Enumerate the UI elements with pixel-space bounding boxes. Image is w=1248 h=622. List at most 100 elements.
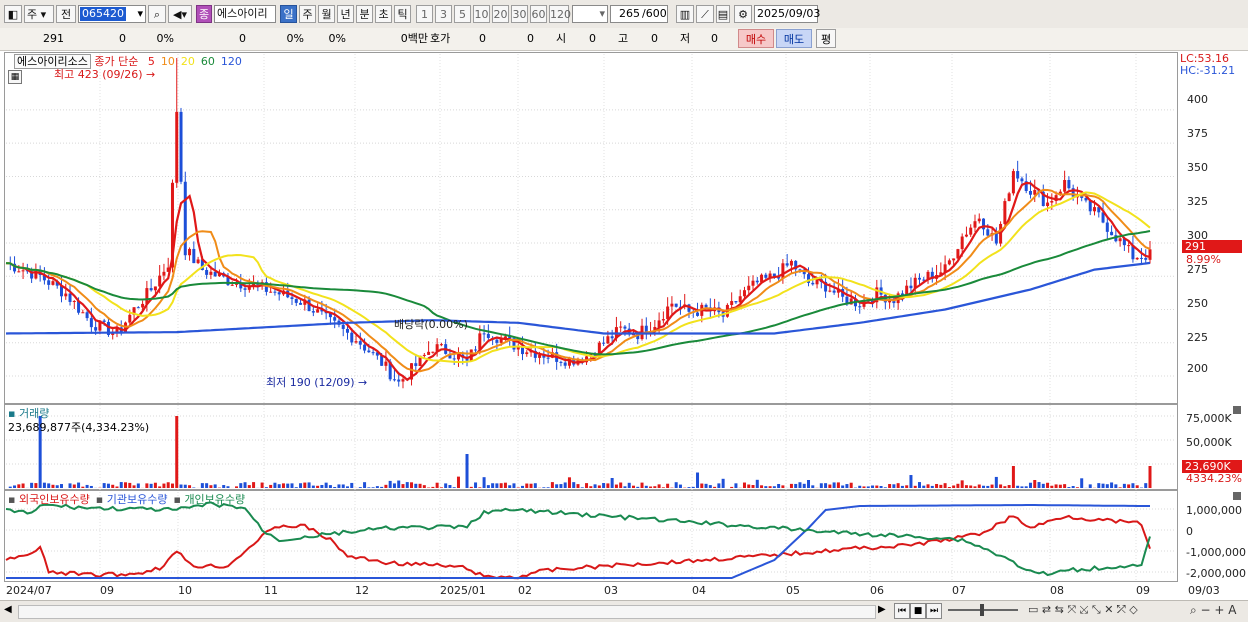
candle-body <box>359 341 362 345</box>
volume-bar <box>1119 487 1122 488</box>
horizontal-scrollbar[interactable] <box>18 605 876 619</box>
volume-bar <box>568 477 571 488</box>
volume-bar <box>90 486 93 488</box>
volume-bar <box>645 486 648 488</box>
volume-bar <box>436 483 439 488</box>
volume-bar <box>897 483 900 488</box>
volume-bar <box>764 486 767 488</box>
candle-body <box>1063 180 1066 192</box>
scroll-left-icon[interactable]: ◀ <box>4 604 16 618</box>
x-axis-label: 2024/07 <box>6 584 52 597</box>
volume-bar <box>423 485 426 488</box>
tool-icons[interactable]: ▭ ⇄ ⇆ ⤧ ⤩ ⤡ ✕ ⤱ ◇ <box>1028 603 1138 617</box>
low-marker-text: 최저 190 (12/09) <box>266 376 355 389</box>
holding-legend-item[interactable]: ▪ 외국인보유수량 <box>8 493 90 506</box>
rewind-icon[interactable]: ⏮ <box>894 603 910 619</box>
price-y-tick: 400 <box>1187 93 1208 106</box>
volume-bar <box>107 484 110 488</box>
volume-bar <box>282 483 285 488</box>
price-tag: 291 <box>1182 240 1242 253</box>
zoom-slider-thumb[interactable] <box>980 604 984 616</box>
volume-bar <box>303 483 306 488</box>
candle-body <box>273 292 276 293</box>
candle-body <box>623 327 626 329</box>
candle-body <box>538 355 541 358</box>
volume-bar <box>393 483 396 488</box>
volume-bar <box>43 483 46 488</box>
volume-bar <box>632 486 635 488</box>
candle-body <box>619 327 622 328</box>
grid-icon[interactable]: ▦ <box>8 70 22 84</box>
candle-body <box>312 311 315 312</box>
candle-body <box>961 237 964 250</box>
volume-bar <box>999 484 1002 488</box>
volume-bar <box>1003 486 1006 488</box>
volume-bar <box>22 483 25 488</box>
volume-bar <box>1012 466 1015 488</box>
volume-bar <box>17 484 20 488</box>
volume-bar <box>845 484 848 488</box>
volume-bar <box>1123 484 1126 488</box>
candle-body <box>69 294 72 302</box>
volume-bar <box>495 483 498 488</box>
volume-bar <box>995 477 998 488</box>
holding-y-tick: -2,000,000 <box>1186 567 1246 580</box>
volume-bar <box>508 485 511 488</box>
x-axis-label: 2025/01 <box>440 584 486 597</box>
volume-bar <box>602 483 605 488</box>
volume-bar <box>914 486 917 488</box>
volume-bar <box>205 483 208 488</box>
volume-bar <box>700 484 703 488</box>
price-y-tick: 375 <box>1187 127 1208 140</box>
volume-bar <box>201 483 204 488</box>
volume-bar <box>491 483 494 488</box>
candle-body <box>564 363 567 366</box>
volume-bar <box>278 484 281 488</box>
volume-bar <box>858 486 861 488</box>
legend-marker-icon: ▪ <box>173 493 184 506</box>
volume-bar <box>333 487 336 488</box>
candle-body <box>790 261 793 266</box>
candle-body <box>401 379 404 381</box>
volume-bar <box>841 485 844 488</box>
volume-bar <box>401 484 404 488</box>
volume-bar <box>581 487 584 488</box>
candle-body <box>346 329 349 333</box>
volume-bar <box>675 482 678 488</box>
panel-close-icon[interactable] <box>1233 492 1241 500</box>
candle-body <box>1140 258 1143 259</box>
volume-bar <box>115 486 118 488</box>
x-axis-label: 11 <box>264 584 278 597</box>
candle-body <box>231 285 234 286</box>
scroll-right-icon[interactable]: ▶ <box>878 604 886 615</box>
volume-bar <box>474 482 477 488</box>
volume-bar <box>927 484 930 488</box>
forward-icon[interactable]: ⏭ <box>926 603 942 619</box>
volume-bar <box>641 483 644 488</box>
candle-body <box>414 363 417 366</box>
stop-icon[interactable]: ■ <box>910 603 926 619</box>
candle-body <box>986 229 989 235</box>
candle-body <box>858 306 861 307</box>
candle-body <box>384 362 387 366</box>
candle-body <box>764 275 767 278</box>
holding-legend-item[interactable]: ▪ 개인보유수량 <box>173 493 245 506</box>
panel-close-icon[interactable] <box>1233 406 1241 414</box>
candle-body <box>833 291 836 293</box>
candle-body <box>180 112 183 182</box>
volume-bar <box>1020 486 1023 488</box>
volume-bar <box>410 482 413 488</box>
volume-bar <box>419 484 422 488</box>
x-axis-label: 09/03 <box>1188 584 1220 597</box>
x-axis-label: 02 <box>518 584 532 597</box>
candle-body <box>973 221 976 227</box>
volume-bar <box>935 484 938 488</box>
volume-bar <box>269 485 272 488</box>
volume-bar <box>692 487 695 488</box>
candle-body <box>244 288 247 289</box>
holding-legend-item[interactable]: ▪ 기관보유수량 <box>96 493 168 506</box>
zoom-icons[interactable]: ⌕ − + A <box>1190 603 1237 618</box>
price-y-tick: 225 <box>1187 331 1208 344</box>
chart-canvas[interactable] <box>0 0 1248 621</box>
holding-legend-label: 기관보유수량 <box>107 493 168 506</box>
